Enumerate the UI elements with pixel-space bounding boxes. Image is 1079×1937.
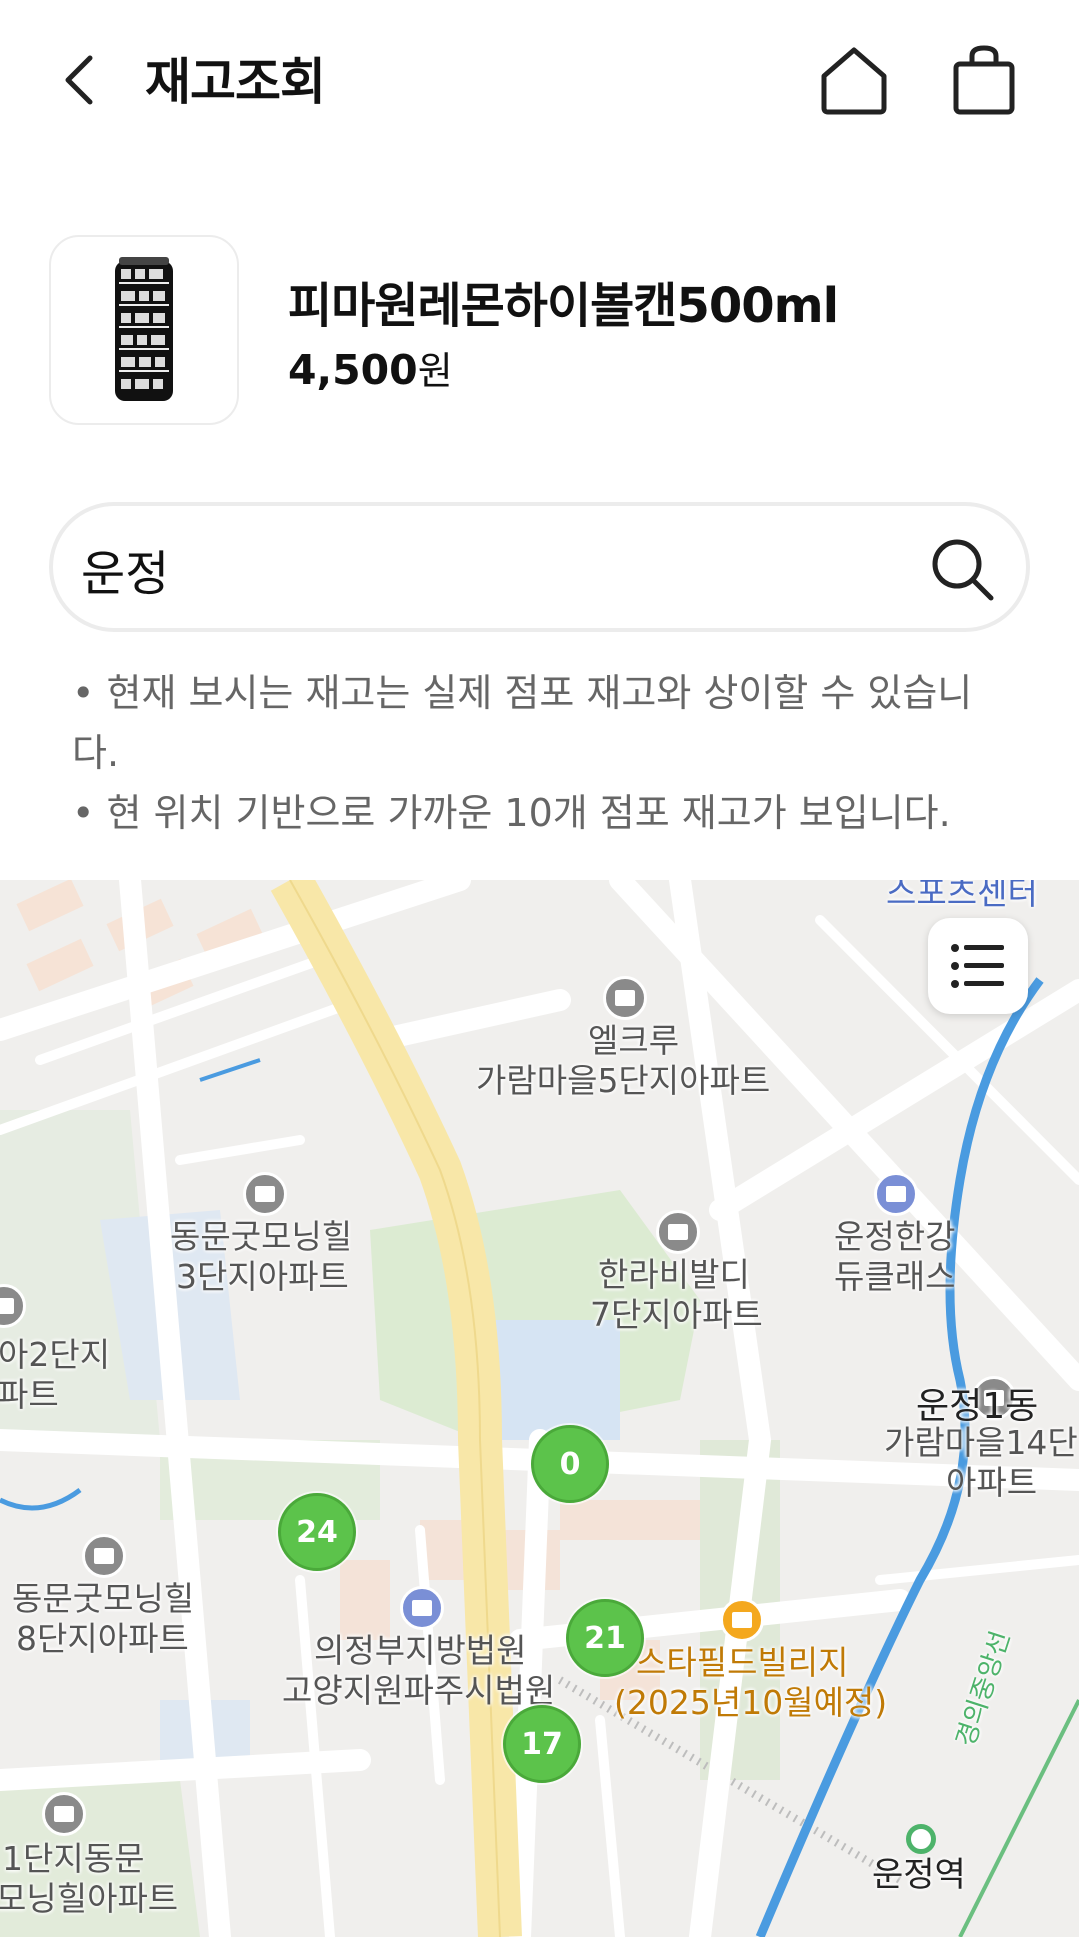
price-unit: 원 (417, 349, 453, 393)
map-label-hanra-apt: 7단지아파트 (590, 1295, 763, 1334)
store-search-input[interactable] (81, 534, 901, 604)
store-stock-marker[interactable]: 24 (278, 1493, 356, 1571)
store-search-box (49, 502, 1030, 632)
map-label-starfield: 스타필드빌리지 (636, 1643, 849, 1682)
price-value: 4,500 (288, 346, 418, 394)
map-label-dongmun3: 동문굿모닝힐 (170, 1217, 353, 1256)
product-price: 4,500원 (288, 340, 453, 395)
apartment-icon (603, 976, 647, 1020)
map-label-unjeong-hangang: 운정한강 (834, 1217, 956, 1256)
page-title: 재고조회 (145, 53, 326, 111)
apartment-icon (42, 1792, 86, 1836)
list-icon (951, 944, 1004, 988)
map-label-unjeong1dong: 운정1동 (916, 1386, 1039, 1427)
courthouse-icon (400, 1586, 444, 1630)
can-image (115, 257, 173, 401)
shopping-bag-button[interactable] (948, 40, 1020, 120)
map-label-starfield-date: (2025년10월예정) (614, 1683, 888, 1722)
map-label-dongmun3-apt: 3단지아파트 (176, 1257, 349, 1296)
stock-disclaimer-notice: • 현재 보시는 재고는 실제 점포 재고와 상이할 수 있습니다. (72, 671, 973, 775)
map-label-duclass: 듀클래스 (834, 1257, 956, 1296)
store-stock-marker[interactable]: 17 (503, 1705, 581, 1783)
back-button[interactable] (50, 40, 110, 120)
map-label-dongmun1: 1단지동문 (2, 1839, 145, 1878)
store-stock-marker[interactable]: 21 (566, 1599, 644, 1677)
store-list-button[interactable] (928, 918, 1028, 1014)
map-label-dongmun8: 동문굿모닝힐 (12, 1579, 195, 1618)
apartment-icon (656, 1210, 700, 1254)
search-button[interactable] (925, 532, 1001, 608)
apartment-icon (82, 1534, 126, 1578)
map-label-unjeong-station: 운정역 (872, 1855, 966, 1895)
home-icon (821, 47, 887, 115)
map-label-dongmun8-apt: 8단지아파트 (16, 1619, 189, 1658)
map-label-edge-apt-2: 파트 (0, 1375, 59, 1414)
map-label-garam14: 가람마을14단 (884, 1423, 1078, 1462)
nearby-stores-notice: • 현 위치 기반으로 가까운 10개 점포 재고가 보입니다. (72, 791, 951, 835)
store-stock-marker[interactable]: 0 (531, 1425, 609, 1503)
office-icon (874, 1172, 918, 1216)
map-label-dongmun1-apt: 모닝힐아파트 (0, 1879, 179, 1918)
map-label-garam14-apt: 아파트 (946, 1463, 1038, 1502)
app-header: 재고조회 (0, 0, 1079, 156)
map-label-garam5: 가람마을5단지아파트 (476, 1061, 771, 1100)
map-label-court: 의정부지방법원 (314, 1631, 527, 1670)
map-label-sports-center: 스포츠센터 (886, 880, 1038, 912)
chevron-left-icon (65, 55, 93, 105)
search-icon (932, 539, 994, 601)
map-label-hanra: 한라비발디 (598, 1255, 750, 1294)
home-button[interactable] (818, 40, 890, 120)
map-label-elcru: 엘크루 (588, 1021, 680, 1060)
map-label-edge-apt: 아2단지 (0, 1335, 111, 1374)
product-name: 피마원레몬하이볼캔500ml (288, 278, 839, 334)
shopping-icon (720, 1598, 764, 1642)
shopping-bag-icon (953, 45, 1015, 115)
map-label-court-2: 고양지원파주시법원 (282, 1671, 556, 1710)
apartment-icon (243, 1172, 287, 1216)
subway-station-icon (906, 1824, 936, 1854)
store-map[interactable]: 스포츠센터 엘크루 가람마을5단지아파트 동문굿모닝힐 3단지아파트 한라비발디… (0, 880, 1079, 1937)
product-thumbnail (49, 235, 239, 425)
